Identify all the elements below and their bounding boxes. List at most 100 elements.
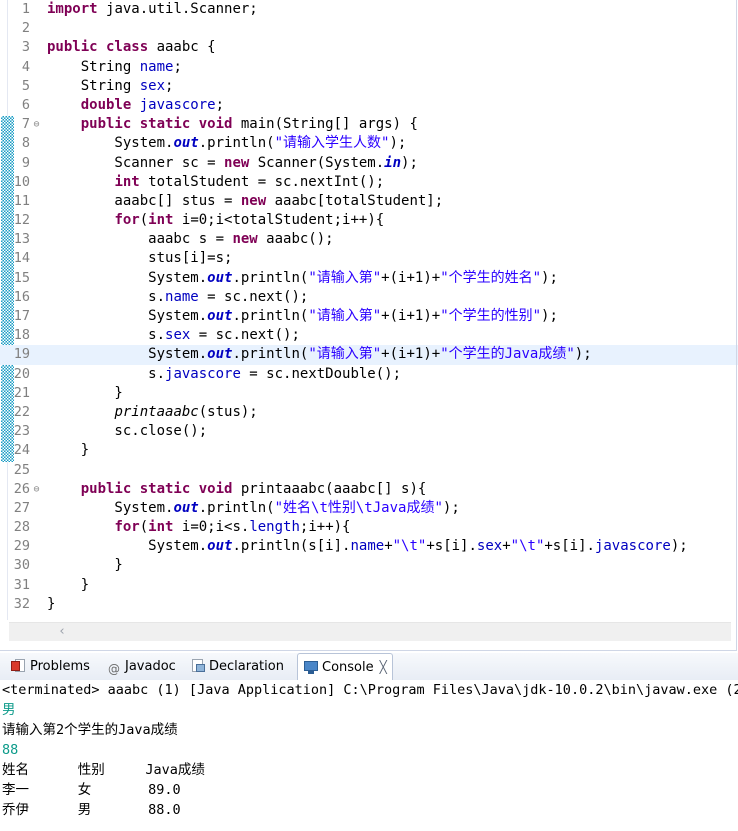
fold-collapse-icon[interactable]: ⊖ [30, 480, 43, 499]
code-line-text: s.sex = sc.next(); [47, 327, 300, 344]
line-number: 3 [21, 39, 30, 56]
console-line-2: 请输入第2个学生的Java成绩 [2, 722, 178, 738]
code-line-text: s.name = sc.next(); [47, 288, 309, 305]
line-number: 26 [13, 480, 30, 497]
code-line-text: System.out.println("请输入第"+(i+1)+"个学生的姓名"… [47, 269, 558, 286]
code-line-text: int totalStudent = sc.nextInt(); [114, 173, 385, 190]
code-line-1[interactable]: 1 import java.util.Scanner; [0, 0, 738, 19]
line-number: 5 [21, 77, 30, 94]
code-line-text: Scanner sc = new Scanner(System.in); [47, 154, 418, 171]
line-number: 16 [13, 288, 30, 305]
tab-declaration[interactable]: Declaration [185, 654, 289, 680]
line-number: 10 [13, 173, 30, 190]
view-tab-bar[interactable]: Problems @ Javadoc Declaration Console ╳ [0, 653, 738, 681]
line-number: 19 [13, 346, 30, 363]
tab-label: Declaration [209, 659, 284, 674]
code-line-11[interactable]: 11 aaabc[] stus = new aaabc[totalStudent… [0, 192, 738, 211]
console-line-5: 李一 女 89.0 [2, 782, 181, 798]
code-line-4[interactable]: 4 String name; [0, 58, 738, 77]
line-number: 28 [13, 519, 30, 536]
line-number: 27 [13, 499, 30, 516]
code-line-text: stus[i]=s; [47, 250, 233, 267]
code-line-text: public class aaabc { [47, 39, 216, 56]
code-line-text: import java.util.Scanner; [47, 1, 258, 17]
code-text-area[interactable]: 1 import java.util.Scanner; 2 3 public class… [0, 0, 738, 620]
code-line-31[interactable]: 31 } [0, 576, 738, 595]
code-line-22[interactable]: 22 printaaabc(stus); [0, 403, 738, 422]
line-number: 22 [13, 403, 30, 420]
code-line-19[interactable]: 19 System.out.println("请输入第"+(i+1)+"个学生的… [0, 345, 738, 365]
line-number: 8 [21, 135, 30, 152]
code-line-text: } [47, 595, 56, 612]
code-line-text: } [47, 576, 90, 593]
code-line-16[interactable]: 16 s.name = sc.next(); [0, 288, 738, 307]
code-line-6[interactable]: 6 double javascore; [0, 96, 738, 115]
javadoc-icon: @ [108, 662, 120, 676]
code-line-10[interactable]: 10 int totalStudent = sc.nextInt(); [0, 173, 738, 192]
code-line-26[interactable]: 26 ⊖ public static void printaaabc(aaabc[… [0, 480, 738, 499]
line-number: 23 [13, 423, 30, 440]
tab-label: Javadoc [125, 659, 176, 674]
code-line-2[interactable]: 2 [0, 19, 738, 38]
tab-javadoc[interactable]: @ Javadoc [101, 654, 181, 680]
line-number: 29 [13, 538, 30, 555]
code-line-17[interactable]: 17 System.out.println("请输入第"+(i+1)+"个学生的… [0, 307, 738, 326]
code-line-text: for(int i=0;i<totalStudent;i++){ [114, 212, 385, 229]
code-line-text: } [47, 442, 90, 459]
declaration-icon [190, 659, 206, 673]
code-line-25[interactable]: 25 [0, 461, 738, 480]
code-line-5[interactable]: 5 String sex; [0, 77, 738, 96]
line-number: 20 [13, 365, 30, 382]
scroll-left-arrow-icon[interactable]: ‹ [53, 623, 71, 641]
line-number: 25 [13, 461, 30, 478]
line-number: 24 [13, 442, 30, 459]
code-line-27[interactable]: 27 System.out.println("姓名\t性别\tJava成绩"); [0, 499, 738, 518]
line-number: 32 [13, 595, 30, 612]
line-number: 1 [21, 1, 30, 17]
code-line-13[interactable]: 13 aaabc s = new aaabc(); [0, 230, 738, 249]
code-line-15[interactable]: 15 System.out.println("请输入第"+(i+1)+"个学生的… [0, 269, 738, 288]
code-line-7[interactable]: 7 ⊖ public static void main(String[] args… [0, 115, 738, 134]
code-line-text: String sex; [47, 77, 174, 94]
code-line-text: sc.close(); [47, 423, 208, 440]
console-output[interactable]: <terminated> aaabc (1) [Java Application… [0, 680, 738, 831]
code-line-21[interactable]: 21 } [0, 384, 738, 403]
code-line-text: } [47, 384, 123, 401]
code-line-29[interactable]: 29 System.out.println(s[i].name+"\t"+s[i… [0, 537, 738, 556]
code-line-12[interactable]: 12 for(int i=0;i<totalStudent;i++){ [0, 211, 738, 230]
code-line-32[interactable]: 32} [0, 595, 738, 614]
tab-label: Console [322, 660, 374, 675]
tab-problems[interactable]: Problems [6, 654, 95, 680]
code-line-30[interactable]: 30 } [0, 556, 738, 575]
code-line-9[interactable]: 9 Scanner sc = new Scanner(System.in); [0, 154, 738, 173]
code-line-3[interactable]: 3 public class aaabc { [0, 38, 738, 57]
editor-horizontal-scrollbar[interactable]: ‹ [9, 622, 731, 641]
code-line-text: System.out.println("请输入第"+(i+1)+"个学生的性别"… [47, 308, 558, 324]
line-number: 14 [13, 250, 30, 267]
line-number: 18 [13, 327, 30, 344]
line-number: 17 [13, 308, 30, 324]
console-line-1: 男 [2, 702, 16, 718]
code-line-23[interactable]: 23 sc.close(); [0, 422, 738, 441]
tab-console[interactable]: Console ╳ [297, 653, 393, 681]
code-line-text: aaabc s = new aaabc(); [47, 231, 334, 248]
line-number: 4 [21, 58, 30, 75]
code-line-24[interactable]: 24 } [0, 441, 738, 460]
problems-icon [11, 659, 27, 673]
line-number: 2 [21, 20, 30, 37]
line-number: 11 [13, 192, 30, 209]
line-number: 31 [13, 576, 30, 593]
code-line-text: String name; [47, 58, 182, 75]
code-line-18[interactable]: 18 s.sex = sc.next(); [0, 326, 738, 345]
tab-label: Problems [30, 659, 90, 674]
code-line-14[interactable]: 14 stus[i]=s; [0, 249, 738, 268]
code-line-28[interactable]: 28 for(int i=0;i<s.length;i++){ [0, 518, 738, 537]
code-line-20[interactable]: 20 s.javascore = sc.nextDouble(); [0, 365, 738, 384]
close-icon[interactable]: ╳ [380, 654, 387, 681]
fold-collapse-icon[interactable]: ⊖ [30, 115, 43, 134]
bottom-view-stack[interactable]: Problems @ Javadoc Declaration Console ╳ <ter… [0, 653, 738, 831]
line-number: 21 [13, 384, 30, 401]
code-line-8[interactable]: 8 System.out.println("请输入学生人数"); [0, 134, 738, 153]
java-editor-pane[interactable]: 1 import java.util.Scanner; 2 3 public class… [0, 0, 738, 652]
code-line-text: System.out.println("请输入第"+(i+1)+"个学生的Jav… [47, 346, 592, 363]
